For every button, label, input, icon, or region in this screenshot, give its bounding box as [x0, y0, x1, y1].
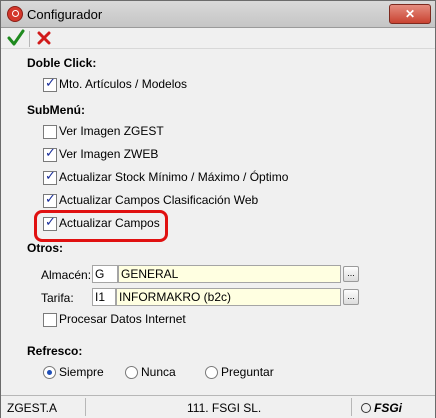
checkbox-label: Actualizar Campos Clasificación Web	[59, 193, 259, 207]
almacen-value-field[interactable]: GENERAL	[118, 265, 341, 283]
fsgi-logo-mark	[361, 403, 371, 413]
close-button[interactable]: ✕	[389, 4, 431, 24]
status-divider	[85, 398, 86, 416]
checkbox-label: Procesar Datos Internet	[59, 312, 186, 326]
fsgi-logo-text: FSGi	[374, 401, 403, 415]
accept-check-icon[interactable]	[7, 29, 25, 50]
toolbar-separator	[29, 31, 30, 47]
status-divider	[351, 398, 352, 416]
window-title: Configurador	[27, 7, 103, 22]
toolbar	[1, 28, 435, 49]
checkbox-mto-articulos[interactable]	[43, 76, 57, 92]
checkbox-label: Actualizar Stock Mínimo / Máximo / Óptim…	[59, 170, 289, 184]
checkbox-procesar-datos-internet[interactable]	[43, 313, 57, 327]
tarifa-browse-button[interactable]: ...	[343, 289, 359, 305]
radio-preguntar[interactable]	[205, 366, 218, 379]
checkbox-label: Mto. Artículos / Modelos	[59, 77, 188, 91]
section-submenu: SubMenú:	[27, 103, 85, 117]
tarifa-label: Tarifa:	[41, 291, 74, 305]
almacen-browse-button[interactable]: ...	[343, 266, 359, 282]
checkbox-actualizar-clasificacion-web[interactable]	[43, 192, 57, 208]
radio-nunca[interactable]	[125, 366, 138, 379]
status-bar: ZGEST.A 111. FSGI SL. FSGi	[1, 395, 435, 418]
checkbox-actualizar-stock[interactable]	[43, 169, 57, 185]
radio-label-siempre: Siempre	[59, 365, 104, 379]
checkbox-ver-imagen-zweb[interactable]	[43, 146, 57, 162]
almacen-code-field[interactable]: G	[92, 265, 118, 283]
fsgi-logo: FSGi	[361, 401, 402, 415]
title-bar[interactable]: Configurador ✕	[1, 1, 435, 28]
tarifa-value-field[interactable]: INFORMAKRO (b2c)	[116, 288, 341, 306]
section-doble-click: Doble Click:	[27, 56, 97, 70]
radio-label-preguntar: Preguntar	[221, 365, 274, 379]
checkbox-label: Ver Imagen ZGEST	[59, 124, 164, 138]
radio-label-nunca: Nunca	[141, 365, 176, 379]
almacen-label: Almacén:	[41, 268, 92, 282]
cancel-x-icon[interactable]	[37, 31, 51, 48]
checkbox-label: Ver Imagen ZWEB	[59, 147, 159, 161]
section-refresco: Refresco:	[27, 344, 83, 358]
checkbox-ver-imagen-zgest[interactable]	[43, 125, 57, 139]
status-company-code: ZGEST.A	[7, 401, 58, 415]
section-otros: Otros:	[27, 241, 63, 255]
configurador-window: Configurador ✕ Doble Click: Mto. Artícul…	[0, 0, 436, 418]
red-highlight-outline	[34, 210, 168, 242]
app-icon	[7, 6, 23, 22]
radio-siempre[interactable]	[43, 366, 56, 379]
status-company-name: 111. FSGI SL.	[187, 401, 262, 415]
tarifa-code-field[interactable]: I1	[92, 288, 116, 306]
